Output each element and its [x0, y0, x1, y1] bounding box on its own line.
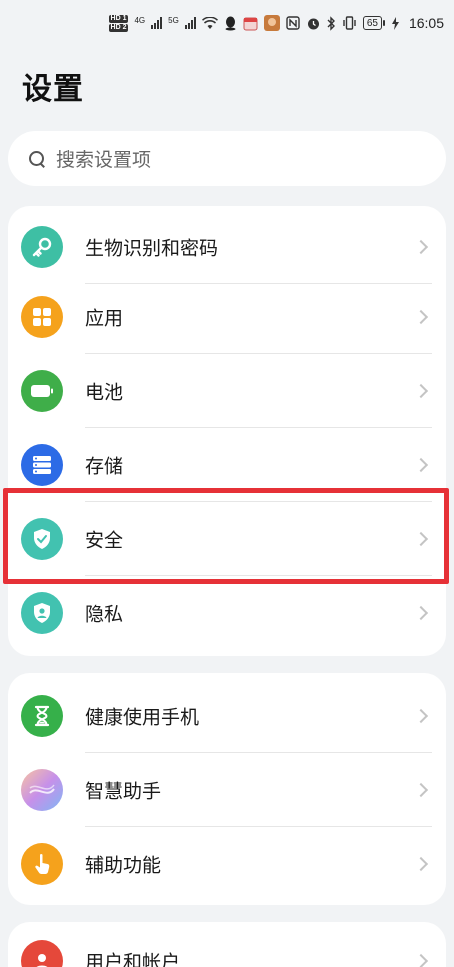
charging-icon [391, 15, 399, 31]
chevron-right-icon [413, 708, 429, 724]
user-icon [21, 940, 63, 967]
search-icon [28, 150, 46, 168]
key-icon [21, 226, 63, 268]
privacy-icon [21, 592, 63, 634]
search-bar[interactable]: 搜索设置项 [8, 131, 446, 186]
search-placeholder: 搜索设置项 [56, 149, 152, 171]
net1-label: 4G [134, 15, 146, 25]
storage-icon [21, 444, 63, 486]
chevron-right-icon [413, 605, 429, 621]
chevron-right-icon [413, 953, 429, 967]
settings-item-label: 用户和帐户 [85, 951, 181, 967]
signal-icon [151, 17, 163, 29]
chevron-right-icon [413, 309, 429, 325]
settings-item-users-accounts[interactable]: 用户和帐户 [8, 924, 446, 967]
settings-item-storage[interactable]: 存储 [8, 428, 446, 502]
wifi-icon [201, 15, 218, 31]
settings-item-label: 辅助功能 [85, 854, 162, 877]
bluetooth-icon [327, 15, 336, 31]
chevron-right-icon [413, 856, 429, 872]
calendar-app-icon [243, 15, 258, 31]
hd1-badge: HD 1 [108, 14, 129, 23]
hd-badges: HD 1 HD 2 [108, 14, 129, 32]
settings-item-label: 存储 [85, 455, 124, 478]
settings-group-1: 生物识别和密码 应用 电池 存储 安全 隐私 [8, 206, 446, 656]
battery-icon [21, 370, 63, 412]
hand-icon [21, 843, 63, 885]
settings-item-label: 安全 [85, 529, 124, 552]
settings-item-privacy[interactable]: 隐私 [8, 576, 446, 650]
game-app-icon [263, 15, 280, 31]
chevron-right-icon [413, 782, 429, 798]
chevron-right-icon [413, 531, 429, 547]
status-bar: HD 1 HD 2 4G 5G 65 16:05 [0, 0, 454, 46]
nfc-icon [286, 15, 300, 31]
alarm-icon [306, 15, 321, 31]
settings-item-assistant[interactable]: 智慧助手 [8, 753, 446, 827]
assistant-icon [21, 769, 63, 811]
settings-item-label: 应用 [85, 307, 124, 330]
settings-item-security[interactable]: 安全 [8, 502, 446, 576]
settings-item-accessibility[interactable]: 辅助功能 [8, 827, 446, 901]
hourglass-icon [21, 695, 63, 737]
settings-item-digital-balance[interactable]: 健康使用手机 [8, 679, 446, 753]
shield-icon [21, 518, 63, 560]
settings-item-label: 生物识别和密码 [85, 237, 219, 260]
settings-item-label: 电池 [85, 381, 124, 404]
chevron-right-icon [413, 239, 429, 255]
settings-item-apps[interactable]: 应用 [8, 280, 446, 354]
settings-item-label: 智慧助手 [85, 780, 162, 803]
chevron-right-icon [413, 457, 429, 473]
hd2-badge: HD 2 [108, 23, 129, 32]
settings-item-battery[interactable]: 电池 [8, 354, 446, 428]
settings-item-label: 隐私 [85, 603, 124, 626]
signal-icon-2 [184, 17, 196, 29]
net2-label: 5G [168, 15, 179, 25]
qq-icon [224, 15, 237, 31]
settings-item-biometrics[interactable]: 生物识别和密码 [8, 210, 446, 284]
apps-icon [21, 296, 63, 338]
vibrate-icon [342, 15, 357, 31]
battery-indicator: 65 [362, 16, 386, 30]
settings-group-3: 用户和帐户 [8, 922, 446, 967]
clock: 16:05 [408, 15, 444, 31]
battery-level: 65 [366, 17, 378, 29]
page-title: 设置 [22, 72, 84, 107]
settings-item-label: 健康使用手机 [85, 706, 200, 729]
settings-group-2: 健康使用手机 智慧助手 辅助功能 [8, 673, 446, 905]
chevron-right-icon [413, 383, 429, 399]
